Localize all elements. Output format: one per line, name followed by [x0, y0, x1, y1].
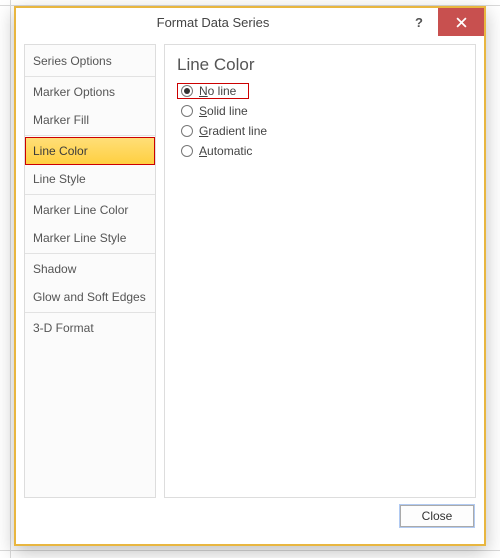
dialog-content: Series Options Marker OptionsMarker Fill L…	[16, 36, 484, 502]
radio-label: No line	[199, 84, 236, 98]
sidebar-separator	[25, 312, 155, 313]
window-title: Format Data Series	[26, 15, 400, 30]
sidebar-separator	[25, 253, 155, 254]
dialog-footer: Close	[16, 502, 484, 536]
radio-icon	[181, 125, 193, 137]
sidebar-separator	[25, 76, 155, 77]
sidebar-item-marker-options[interactable]: Marker Options	[25, 78, 155, 106]
sidebar-separator	[25, 194, 155, 195]
options-panel: Line Color No line Solid line Gradient lin…	[164, 44, 476, 498]
radio-label: Automatic	[199, 144, 252, 158]
close-icon	[456, 17, 467, 28]
sidebar-item-line-color[interactable]: Line Color	[25, 137, 155, 165]
sidebar-item-shadow[interactable]: Shadow	[25, 255, 155, 283]
titlebar[interactable]: Format Data Series ?	[16, 8, 484, 36]
sidebar-separator	[25, 135, 155, 136]
sidebar-item-marker-line-color[interactable]: Marker Line Color	[25, 196, 155, 224]
format-data-series-dialog: Format Data Series ? Series Options Marke…	[14, 6, 486, 546]
radio-icon	[181, 85, 193, 97]
sidebar-item-3-d-format[interactable]: 3-D Format	[25, 314, 155, 342]
radio-label: Solid line	[199, 104, 248, 118]
category-sidebar: Series Options Marker OptionsMarker Fill L…	[24, 44, 156, 498]
sidebar-item-series-options[interactable]: Series Options	[25, 47, 155, 75]
radio-icon	[181, 105, 193, 117]
sidebar-item-marker-line-style[interactable]: Marker Line Style	[25, 224, 155, 252]
help-button[interactable]: ?	[400, 8, 438, 36]
panel-heading: Line Color	[177, 55, 463, 75]
sidebar-item-line-style[interactable]: Line Style	[25, 165, 155, 193]
radio-solid[interactable]: Solid line	[177, 102, 463, 122]
close-button[interactable]: Close	[400, 505, 474, 527]
radio-no_line[interactable]: No line	[177, 83, 249, 99]
window-close-button[interactable]	[438, 8, 484, 36]
radio-icon	[181, 145, 193, 157]
radio-label: Gradient line	[199, 124, 267, 138]
radio-automatic[interactable]: Automatic	[177, 142, 463, 162]
sidebar-item-glow-and-soft-edges[interactable]: Glow and Soft Edges	[25, 283, 155, 311]
radio-gradient[interactable]: Gradient line	[177, 122, 463, 142]
sidebar-item-marker-fill[interactable]: Marker Fill	[25, 106, 155, 134]
